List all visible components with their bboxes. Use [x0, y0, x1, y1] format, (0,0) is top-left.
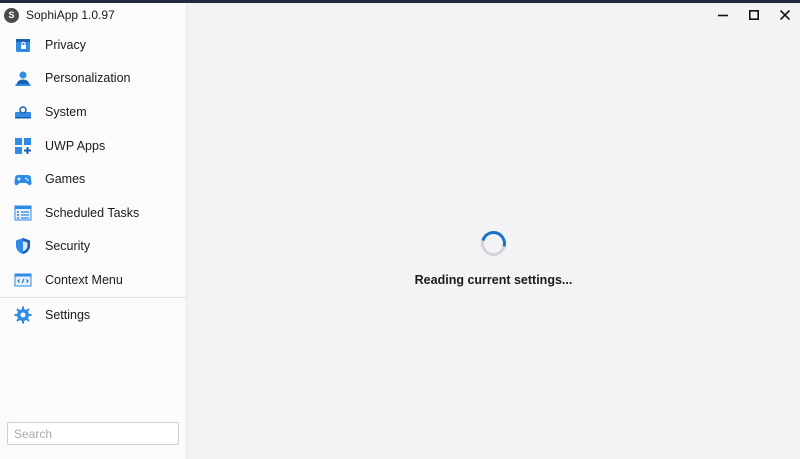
app-title: SophiApp 1.0.97: [26, 8, 115, 22]
sidebar-item-uwp-apps[interactable]: UWP Apps: [0, 129, 186, 163]
window-controls: [707, 3, 800, 27]
scheduled-tasks-icon: [13, 203, 33, 223]
main-content: Reading current settings...: [187, 3, 800, 459]
shield-icon: [13, 236, 33, 256]
sidebar-item-personalization[interactable]: Personalization: [0, 62, 186, 96]
gear-icon: [13, 305, 33, 325]
sidebar-item-label: Privacy: [45, 37, 86, 52]
privacy-icon: [13, 35, 33, 55]
sidebar-item-games[interactable]: Games: [0, 162, 186, 196]
title-bar: S SophiApp 1.0.97: [0, 3, 186, 27]
sidebar-item-label: Games: [45, 172, 86, 187]
status-text: Reading current settings...: [414, 273, 573, 287]
sidebar-item-label: Scheduled Tasks: [45, 205, 140, 220]
close-icon: [779, 10, 790, 20]
search-input[interactable]: [7, 422, 179, 445]
uwp-apps-icon: [13, 136, 33, 156]
sidebar-item-label: Personalization: [45, 71, 131, 86]
personalization-icon: [13, 68, 33, 88]
close-button[interactable]: [769, 3, 800, 27]
context-menu-icon: [13, 270, 33, 290]
sidebar-item-settings[interactable]: Settings: [0, 298, 186, 332]
loading-panel: Reading current settings...: [187, 226, 800, 287]
system-icon: [13, 102, 33, 122]
sidebar-item-label: UWP Apps: [45, 138, 106, 153]
nav-list: Privacy Personalization System UWP Apps: [0, 28, 186, 297]
search-box: [7, 422, 179, 445]
sidebar: S SophiApp 1.0.97 Privacy Personalizatio…: [0, 3, 187, 459]
sidebar-item-context-menu[interactable]: Context Menu: [0, 263, 186, 297]
maximize-icon: [748, 10, 759, 20]
maximize-button[interactable]: [738, 3, 769, 27]
sidebar-item-label: Security: [45, 239, 91, 254]
sidebar-item-privacy[interactable]: Privacy: [0, 28, 186, 62]
minimize-button[interactable]: [707, 3, 738, 27]
sidebar-item-label: Context Menu: [45, 272, 123, 287]
sidebar-item-system[interactable]: System: [0, 95, 186, 129]
minimize-icon: [717, 14, 728, 17]
sidebar-item-scheduled-tasks[interactable]: Scheduled Tasks: [0, 196, 186, 230]
app-logo-icon: S: [4, 7, 19, 23]
app-window: S SophiApp 1.0.97 Privacy Personalizatio…: [0, 3, 800, 459]
loading-spinner-icon: [476, 226, 511, 261]
sidebar-item-security[interactable]: Security: [0, 230, 186, 264]
gamepad-icon: [13, 169, 33, 189]
sidebar-item-label: System: [45, 104, 87, 119]
sidebar-item-label: Settings: [45, 307, 91, 322]
